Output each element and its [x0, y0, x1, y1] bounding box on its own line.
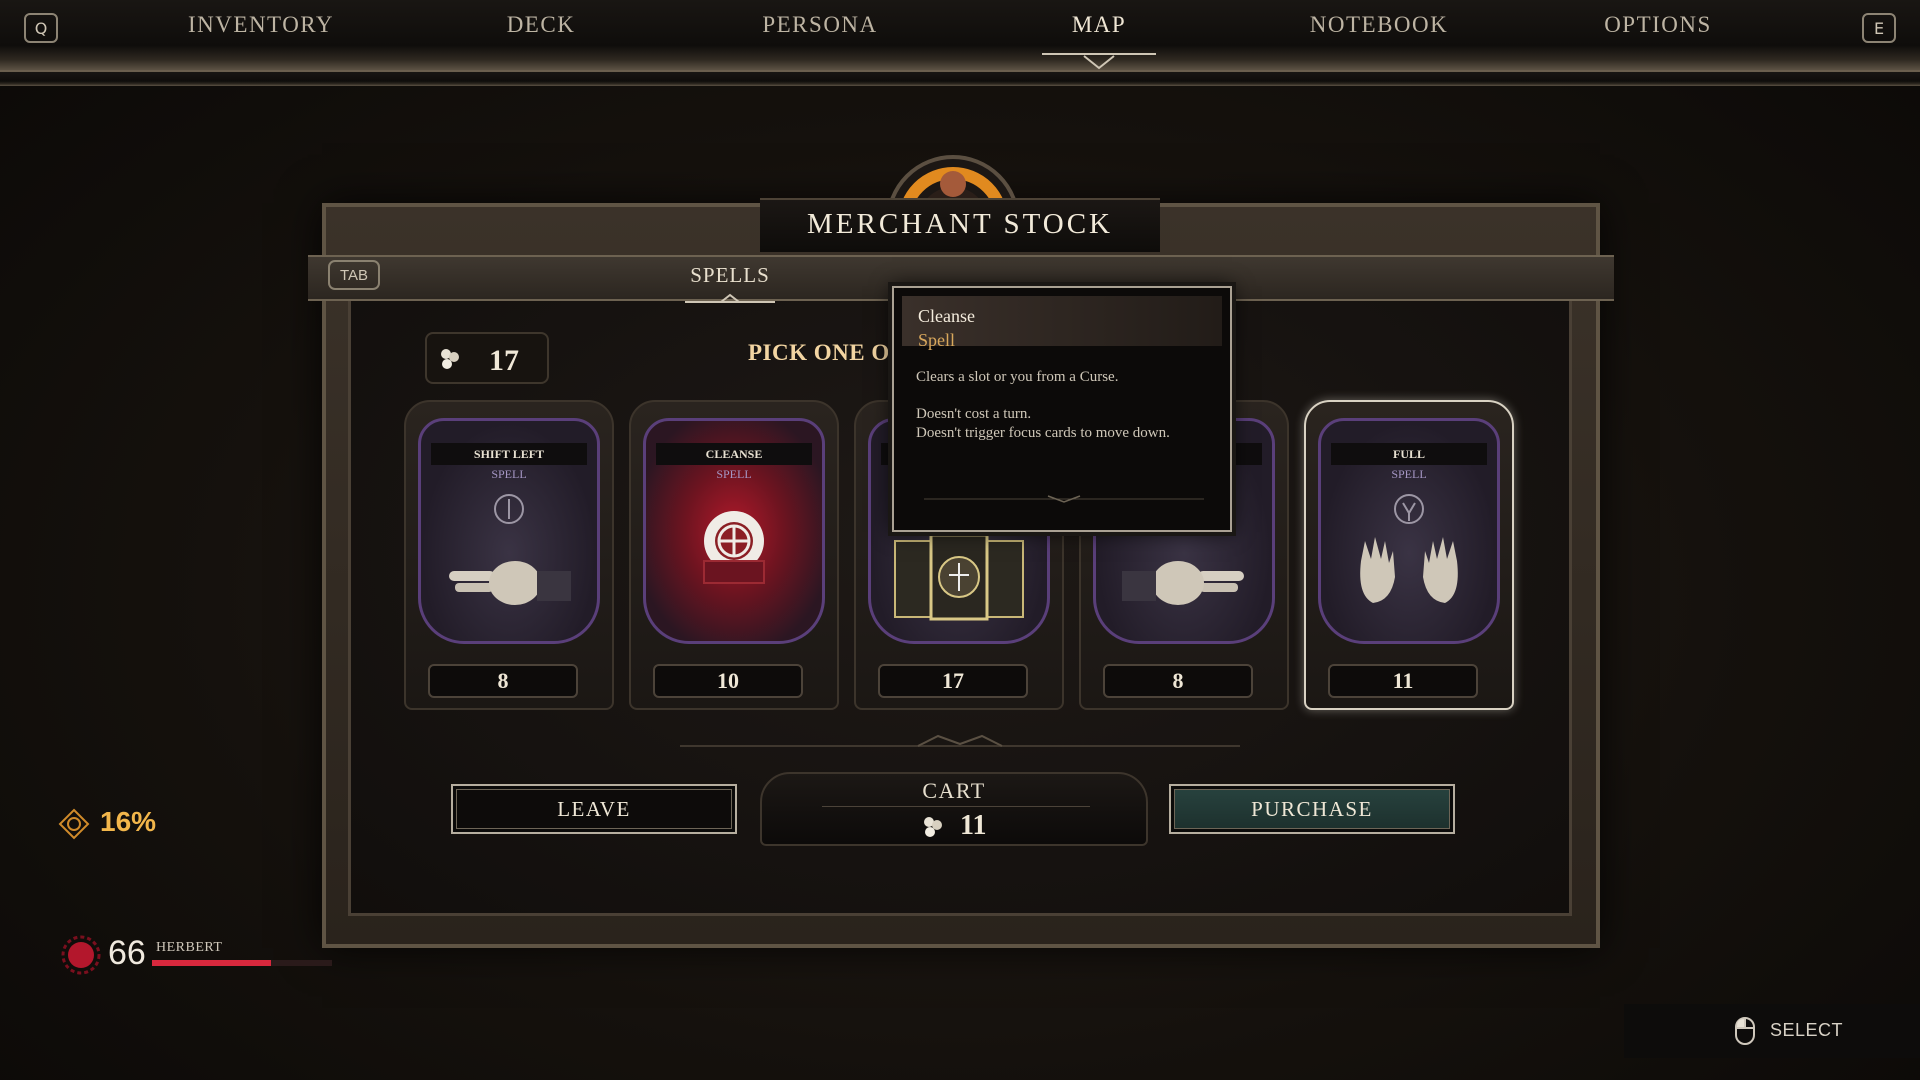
coin-balance: 17	[425, 332, 549, 384]
card-type: SPELL	[716, 467, 752, 481]
top-navigation: Q INVENTORY DECK PERSONA MAP NOTEBOOK OP…	[0, 0, 1920, 73]
tooltip-card-name: Cleanse	[918, 306, 975, 326]
hp-value: 66	[108, 934, 146, 972]
tab-inventory[interactable]: INVENTORY	[151, 12, 371, 38]
tab-persona[interactable]: PERSONA	[710, 12, 930, 38]
coin-count: 17	[489, 344, 519, 377]
heart-icon	[61, 935, 101, 975]
tab-key-hint[interactable]: TAB	[328, 260, 380, 290]
tab-notebook[interactable]: NOTEBOOK	[1269, 12, 1489, 38]
tooltip-line: Doesn't cost a turn.	[916, 406, 1032, 422]
tab-options[interactable]: OPTIONS	[1548, 12, 1768, 38]
pick-instruction: PICK ONE O	[748, 340, 890, 365]
leave-button[interactable]: LEAVE	[451, 784, 737, 834]
select-label: SELECT	[1770, 1020, 1844, 1040]
open-hands-icon	[1360, 494, 1458, 603]
ornamental-divider	[680, 734, 1240, 747]
card-name: CLEANSE	[656, 443, 812, 465]
merchant-title: MERCHANT STOCK	[806, 208, 1113, 240]
card-price: 10	[653, 664, 803, 698]
coins-icon	[924, 817, 942, 837]
card-price: 8	[1103, 664, 1253, 698]
purchase-button[interactable]: PURCHASE	[1169, 784, 1455, 834]
spells-tab-indicator	[685, 293, 775, 303]
tooltip-card-type: Spell	[918, 330, 956, 350]
tooltip-line: Clears a slot or you from a Curse.	[916, 369, 1119, 385]
mouse-icon	[1735, 1017, 1755, 1045]
corruption-meter: 16%	[58, 806, 218, 842]
tab-deck[interactable]: DECK	[431, 12, 651, 38]
cart-separator	[822, 806, 1090, 807]
tooltip-line: Doesn't trigger focus cards to move down…	[916, 425, 1170, 441]
card-slot-full[interactable]: FULL SPELL 11	[1304, 400, 1514, 710]
card-type: SPELL	[491, 467, 527, 481]
health-bar	[152, 960, 332, 966]
spell-card[interactable]: SHIFT LEFT SPELL	[418, 418, 600, 644]
card-price: 11	[1328, 664, 1478, 698]
cart-total: 11	[960, 810, 987, 841]
tab-map[interactable]: MAP	[989, 12, 1209, 38]
tooltip-divider	[924, 495, 1204, 503]
card-name: FULL	[1331, 443, 1487, 465]
player-name: HERBERT	[156, 940, 223, 955]
card-type: SPELL	[1391, 467, 1427, 481]
corruption-value: 16%	[100, 806, 157, 837]
card-price: 8	[428, 664, 578, 698]
spell-card[interactable]: FULL SPELL	[1318, 418, 1500, 644]
active-tab-indicator	[1042, 53, 1156, 70]
card-name: SHIFT LEFT	[431, 443, 587, 465]
select-hint: SELECT	[1624, 1004, 1920, 1058]
health-bar-fill	[152, 960, 271, 966]
sun-sigil-icon	[703, 511, 765, 584]
coins-icon	[441, 349, 459, 369]
card-slot-cleanse[interactable]: CLEANSE SPELL 10	[629, 400, 839, 710]
corruption-icon	[58, 808, 90, 840]
card-slot-shift-left[interactable]: SHIFT LEFT SPELL 8	[404, 400, 614, 710]
nav-left-key[interactable]: Q	[24, 13, 58, 43]
cart-panel: CART 11	[760, 772, 1148, 846]
tooltip-description: Clears a slot or you from a Curse. Doesn…	[916, 368, 1216, 443]
nav-trim	[0, 72, 1920, 86]
nav-right-key[interactable]: E	[1862, 13, 1896, 43]
point-left-hand-icon	[449, 494, 571, 605]
spell-card[interactable]: CLEANSE SPELL	[643, 418, 825, 644]
card-tooltip: Cleanse Spell Clears a slot or you from …	[892, 286, 1232, 532]
player-health: 66 HERBERT	[60, 932, 370, 982]
card-price: 17	[878, 664, 1028, 698]
tab-spells[interactable]: SPELLS	[660, 263, 800, 288]
cart-label: CART	[922, 778, 986, 803]
